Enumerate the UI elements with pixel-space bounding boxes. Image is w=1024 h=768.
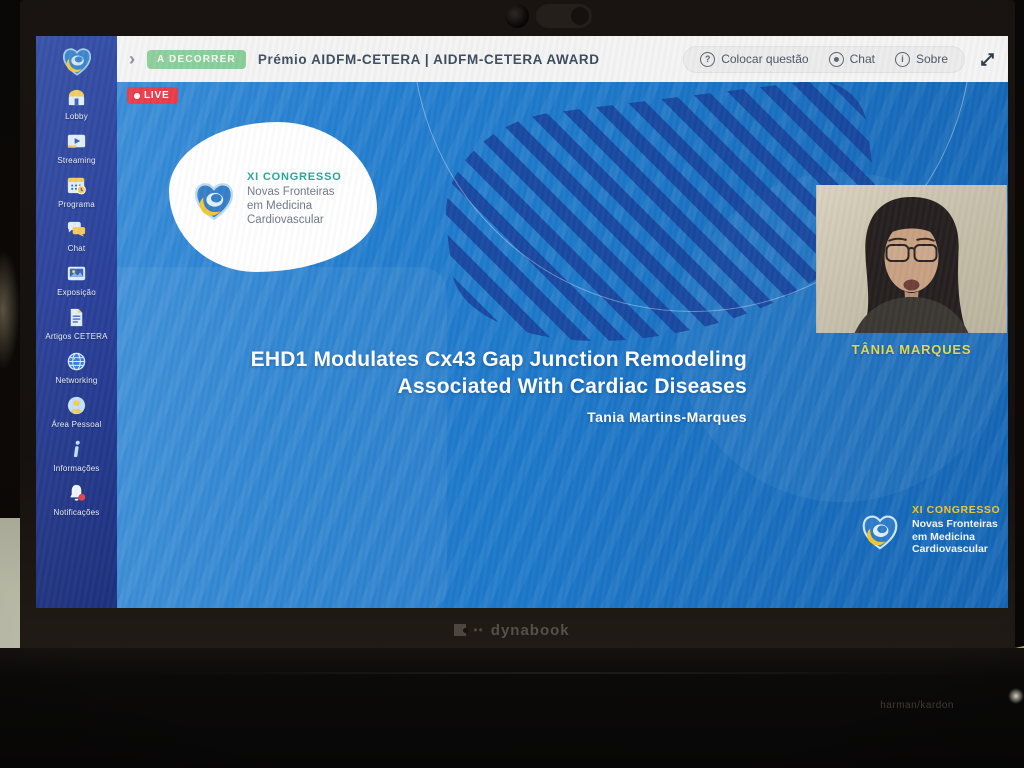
congress-subtitle-line: Cardiovascular bbox=[247, 213, 342, 227]
congress-subtitle-line: Novas Fronteiras bbox=[912, 518, 1000, 531]
laptop-brand-text: dynabook bbox=[491, 622, 570, 639]
laptop-keyboard-deck: harman/kardon bbox=[0, 648, 1024, 768]
speaker-name: TÂNIA MARQUES bbox=[816, 342, 1007, 357]
slide-soft-panel bbox=[117, 267, 447, 608]
congress-subtitle-line: Cardiovascular bbox=[912, 543, 1000, 556]
info-circle-icon: i bbox=[895, 52, 910, 67]
session-topbar: › A DECORRER Prémio AIDFM-CETERA | AIDFM… bbox=[117, 36, 1008, 82]
sidebar-item-label: Exposição bbox=[57, 288, 96, 297]
ask-question-label: Colocar questão bbox=[721, 52, 808, 66]
dynabook-logo-dots: •• bbox=[473, 623, 483, 637]
speaker-portrait bbox=[816, 185, 1007, 333]
webcam bbox=[505, 4, 529, 28]
lobby-icon bbox=[65, 86, 88, 109]
sidebar-item-label: Artigos CETERA bbox=[45, 332, 107, 341]
webcam-privacy-slider bbox=[536, 4, 592, 28]
sidebar-item-programa[interactable]: Programa bbox=[36, 169, 117, 213]
congress-name: XI CONGRESSO bbox=[912, 504, 1000, 516]
slide-title-block: EHD1 Modulates Cx43 Gap Junction Remodel… bbox=[147, 346, 747, 425]
sidebar-item-label: Área Pessoal bbox=[52, 420, 102, 429]
chat-dot-icon bbox=[829, 52, 844, 67]
document-icon bbox=[65, 306, 88, 329]
chat-bubbles-icon bbox=[65, 218, 88, 241]
ask-question-button[interactable]: ? Colocar questão bbox=[700, 52, 808, 67]
question-mark-icon: ? bbox=[700, 52, 715, 67]
photo-of-laptop: Lobby Streaming bbox=[0, 0, 1024, 768]
globe-icon bbox=[65, 350, 88, 373]
session-title: Prémio AIDFM-CETERA | AIDFM-CETERA AWARD bbox=[258, 52, 600, 67]
about-label: Sobre bbox=[916, 52, 948, 66]
sidebar-item-label: Streaming bbox=[57, 156, 95, 165]
sidebar: Lobby Streaming bbox=[36, 36, 117, 608]
live-badge: LIVE bbox=[127, 87, 178, 104]
live-label: LIVE bbox=[144, 90, 169, 101]
reflection-glint bbox=[1008, 688, 1024, 704]
sidebar-item-lobby[interactable]: Lobby bbox=[36, 81, 117, 125]
congress-heart-logo bbox=[189, 176, 239, 222]
live-stream-stage: LIVE XI CONGRESSO Novas Fronteiras em Me… bbox=[117, 82, 1008, 608]
sidebar-item-label: Programa bbox=[58, 200, 95, 209]
info-icon bbox=[65, 438, 88, 461]
sidebar-item-label: Notificações bbox=[54, 508, 100, 517]
about-button[interactable]: i Sobre bbox=[895, 52, 948, 67]
status-badge: A DECORRER bbox=[147, 50, 246, 69]
topbar-actions: ? Colocar questão Chat i Sobre bbox=[683, 46, 965, 73]
calendar-icon bbox=[65, 174, 88, 197]
congress-subtitle-line: em Medicina bbox=[247, 199, 342, 213]
congress-subtitle-line: em Medicina bbox=[912, 531, 1000, 544]
sidebar-item-artigos-cetera[interactable]: Artigos CETERA bbox=[36, 301, 117, 345]
live-dot-icon bbox=[134, 93, 140, 99]
speaker-video bbox=[816, 185, 1007, 333]
sidebar-item-networking[interactable]: Networking bbox=[36, 345, 117, 389]
sidebar-item-label: Lobby bbox=[65, 112, 88, 121]
notification-badge bbox=[78, 494, 85, 501]
congress-heart-logo bbox=[58, 43, 96, 77]
slide-author: Tania Martins-Marques bbox=[147, 409, 747, 425]
background-object bbox=[0, 250, 20, 370]
sidebar-item-informacoes[interactable]: Informações bbox=[36, 433, 117, 477]
laptop-screen: Lobby Streaming bbox=[36, 36, 1008, 608]
sidebar-item-chat[interactable]: Chat bbox=[36, 213, 117, 257]
sidebar-item-notificacoes[interactable]: Notificações bbox=[36, 477, 117, 521]
slide-title-line2: Associated With Cardiac Diseases bbox=[147, 373, 747, 400]
person-icon bbox=[65, 394, 88, 417]
exhibition-icon bbox=[65, 262, 88, 285]
laptop-brand: •• dynabook bbox=[0, 614, 1024, 646]
streaming-icon bbox=[65, 130, 88, 153]
chat-button[interactable]: Chat bbox=[829, 52, 875, 67]
dynabook-logo-icon bbox=[454, 624, 466, 636]
audio-brand-text: harman/kardon bbox=[880, 700, 954, 711]
slide-title-line1: EHD1 Modulates Cx43 Gap Junction Remodel… bbox=[147, 346, 747, 373]
collapse-sidebar-chevron-icon[interactable]: › bbox=[125, 50, 139, 68]
fullscreen-expand-icon[interactable] bbox=[979, 51, 996, 68]
congress-subtitle-line: Novas Fronteiras bbox=[247, 185, 342, 199]
congress-heart-logo bbox=[857, 509, 903, 551]
sidebar-item-exposicao[interactable]: Exposição bbox=[36, 257, 117, 301]
chat-label: Chat bbox=[850, 52, 875, 66]
sidebar-item-area-pessoal[interactable]: Área Pessoal bbox=[36, 389, 117, 433]
congress-name: XI CONGRESSO bbox=[247, 171, 342, 183]
sidebar-item-label: Chat bbox=[68, 244, 86, 253]
sidebar-item-streaming[interactable]: Streaming bbox=[36, 125, 117, 169]
sidebar-item-label: Networking bbox=[55, 376, 97, 385]
bell-icon bbox=[65, 482, 88, 505]
congress-footer-logo: XI CONGRESSO Novas Fronteiras em Medicin… bbox=[857, 504, 1000, 556]
sidebar-item-label: Informações bbox=[53, 464, 99, 473]
